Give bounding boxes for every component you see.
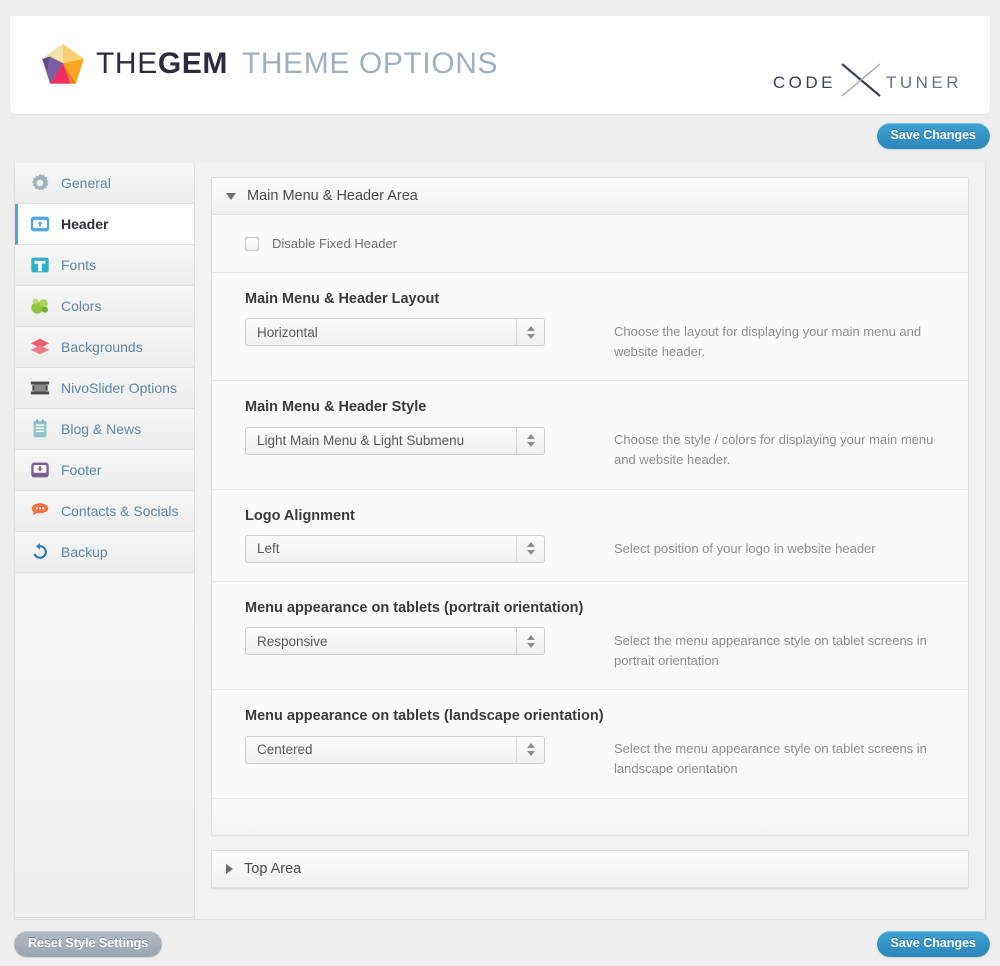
field-title: Logo Alignment (245, 507, 355, 524)
field-title: Menu appearance on tablets (landscape or… (245, 708, 604, 725)
partner-tuner-text: TUNER (885, 72, 962, 92)
sidebar-item-label: NivoSlider Options (61, 380, 177, 396)
sidebar-item-contacts-socials[interactable]: Contacts & Socials (15, 491, 194, 532)
gear-icon (29, 172, 51, 194)
sidebar-nav: General Header Fonts Colors Backgrounds … (15, 163, 195, 919)
field-description: Select the menu appearance style on tabl… (614, 741, 927, 777)
brand-title: THEGEM THEME OPTIONS (96, 49, 498, 79)
disable-fixed-header-row: Disable Fixed Header (212, 215, 968, 273)
sidebar-item-header[interactable]: Header (15, 204, 194, 245)
field-main-menu-header-style: Main Menu & Header Style Light Main Menu… (212, 381, 968, 490)
logo-alignment-select[interactable]: Left (245, 534, 545, 563)
partner-logo-group: CODE TUNER (773, 60, 962, 105)
chevron-updown-icon[interactable] (516, 535, 544, 562)
reset-style-settings-button[interactable]: Reset Style Settings (14, 931, 163, 957)
select-value: Left (257, 541, 280, 557)
header-box-icon (29, 213, 51, 235)
sidebar-item-backgrounds[interactable]: Backgrounds (15, 327, 194, 368)
menu-appearance-portrait-select[interactable]: Responsive (245, 627, 545, 656)
partner-code-text: CODE (772, 72, 836, 92)
sidebar-item-label: Header (61, 216, 109, 232)
chevron-updown-icon[interactable] (516, 736, 544, 763)
save-changes-button-bottom[interactable]: Save Changes (876, 931, 990, 957)
brand-gem-text: GEM (157, 47, 228, 80)
typography-t-icon (29, 254, 51, 276)
field-title: Main Menu & Header Layout (245, 291, 440, 307)
field-title: Menu appearance on tablets (portrait ori… (245, 599, 584, 616)
theme-options-page: THEGEM THEME OPTIONS CODE TUNER Save Chan… (0, 0, 1000, 966)
gem-pentagon-logo (42, 44, 84, 84)
sidebar-item-footer[interactable]: Footer (15, 450, 194, 491)
sidebar-item-fonts[interactable]: Fonts (15, 245, 194, 286)
sidebar-item-label: Backgrounds (61, 339, 143, 355)
sidebar-item-label: Colors (61, 298, 102, 314)
panel-body: Disable Fixed Header Main Menu & Header … (212, 215, 968, 835)
panel-top-area: Top Area (211, 849, 969, 889)
notebook-icon (29, 418, 51, 440)
select-value: Responsive (257, 633, 328, 649)
field-title: Main Menu & Header Style (245, 399, 427, 416)
field-description: Select the menu appearance style on tabl… (614, 632, 927, 669)
main-container: General Header Fonts Colors Backgrounds … (14, 163, 986, 920)
field-left: Logo Alignment Left (212, 508, 604, 563)
filmstrip-icon (29, 377, 51, 399)
sidebar-item-label: General (61, 175, 111, 191)
field-description: Choose the layout for displaying your ma… (614, 324, 922, 360)
select-value: Light Main Menu & Light Submenu (257, 433, 465, 449)
brand-header-bar: THEGEM THEME OPTIONS CODE TUNER (10, 16, 990, 114)
field-description: Select position of your logo in website … (614, 540, 876, 556)
disable-fixed-header-label: Disable Fixed Header (272, 236, 398, 251)
field-left: Menu appearance on tablets (landscape or… (212, 708, 604, 779)
chevron-right-icon (226, 863, 233, 874)
restore-arrow-icon (29, 541, 51, 563)
panel-title: Top Area (244, 860, 302, 877)
content-area: Main Menu & Header Area Disable Fixed He… (195, 163, 985, 919)
palette-icon (29, 295, 51, 317)
field-left: Main Menu & Header Layout Horizontal (212, 291, 604, 362)
sidebar-item-blog-news[interactable]: Blog & News (15, 409, 194, 450)
disable-fixed-header-checkbox[interactable] (245, 236, 259, 251)
sidebar-item-label: Footer (61, 462, 102, 478)
sidebar-item-backup[interactable]: Backup (15, 532, 194, 573)
sidebar-empty-space (15, 573, 194, 918)
select-value: Centered (257, 742, 313, 758)
sidebar-item-general[interactable]: General (15, 163, 194, 204)
brand-logo-group: THEGEM THEME OPTIONS (42, 44, 498, 84)
speech-bubble-icon (29, 500, 51, 522)
chevron-updown-icon[interactable] (516, 319, 544, 346)
main-menu-header-layout-select[interactable]: Horizontal (245, 318, 545, 347)
save-changes-button-top[interactable]: Save Changes (876, 123, 990, 149)
sidebar-item-label: Fonts (61, 257, 97, 273)
field-left: Main Menu & Header Style Light Main Menu… (212, 399, 604, 470)
sidebar-item-nivoslider-options[interactable]: NivoSlider Options (15, 368, 194, 409)
sidebar-item-label: Contacts & Socials (61, 503, 179, 519)
brand-the-text: THE (96, 47, 158, 80)
field-left: Menu appearance on tablets (portrait ori… (212, 600, 604, 671)
field-description: Choose the style / colors for displaying… (614, 432, 934, 468)
bottom-action-bar: Reset Style Settings Save Changes (0, 920, 1000, 966)
panel-footer-spacer (212, 798, 968, 835)
panel-title: Main Menu & Header Area (247, 188, 418, 204)
brand-theme-options-text: THEME OPTIONS (241, 47, 499, 80)
footer-box-icon (29, 459, 51, 481)
x-cross-icon (836, 60, 886, 105)
select-value: Horizontal (257, 324, 318, 340)
panel-main-menu-header-area: Main Menu & Header Area Disable Fixed He… (211, 177, 969, 836)
chevron-updown-icon[interactable] (516, 628, 544, 655)
top-area-header-toggle[interactable]: Top Area (212, 850, 968, 888)
field-menu-appearance-tablets-portrait: Menu appearance on tablets (portrait ori… (212, 582, 968, 691)
chevron-updown-icon[interactable] (516, 427, 544, 454)
field-main-menu-header-layout: Main Menu & Header Layout Horizontal Cho… (212, 273, 968, 382)
menu-appearance-landscape-select[interactable]: Centered (245, 735, 545, 764)
field-logo-alignment: Logo Alignment Left Select position of y… (212, 490, 968, 582)
top-save-bar: Save Changes (0, 118, 1000, 162)
field-menu-appearance-tablets-landscape: Menu appearance on tablets (landscape or… (212, 690, 968, 799)
chevron-down-icon (226, 192, 236, 200)
sidebar-item-colors[interactable]: Colors (15, 286, 194, 327)
sidebar-item-label: Blog & News (61, 421, 142, 437)
main-menu-header-style-select[interactable]: Light Main Menu & Light Submenu (245, 426, 545, 455)
sidebar-item-label: Backup (61, 544, 108, 560)
panel-header-toggle[interactable]: Main Menu & Header Area (212, 178, 968, 215)
layers-icon (29, 336, 51, 358)
